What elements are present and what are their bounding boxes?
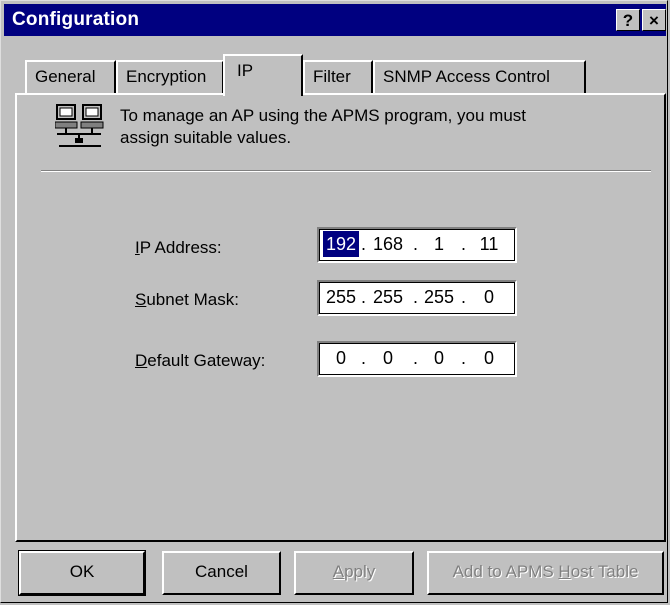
apply-button[interactable]: Apply <box>294 551 414 595</box>
info-text-line: To manage an AP using the APMS program, … <box>120 106 527 125</box>
octet-separator: . <box>413 287 419 307</box>
octet-separator: . <box>361 287 367 307</box>
gateway-octet-2[interactable]: 0 <box>367 345 409 371</box>
tab-label: IP <box>237 61 254 80</box>
octet-separator: . <box>461 234 467 254</box>
network-computers-icon <box>55 104 104 147</box>
separator <box>41 170 651 172</box>
ip-address-label: IP Address: <box>135 238 222 257</box>
title-bar[interactable]: Configuration ? × <box>4 4 666 36</box>
ip-octet-3[interactable]: 1 <box>419 231 459 257</box>
octet-separator: . <box>361 348 367 368</box>
default-gateway-field[interactable]: 0 . 0 . 0 . 0 <box>317 341 517 377</box>
octet-separator: . <box>361 234 367 254</box>
ip-address-field[interactable]: 192 . 168 . 1 . 11 <box>317 227 517 263</box>
configuration-dialog: Configuration ? × General Encryption IP … <box>0 0 668 603</box>
octet-separator: . <box>413 348 419 368</box>
subnet-octet-4[interactable]: 0 <box>467 284 511 310</box>
gateway-octet-3[interactable]: 0 <box>419 345 459 371</box>
ip-tab-panel: To manage an AP using the APMS program, … <box>15 93 666 542</box>
ip-octet-2[interactable]: 168 <box>367 231 409 257</box>
subnet-octet-2[interactable]: 255 <box>367 284 409 310</box>
subnet-octet-3[interactable]: 255 <box>419 284 459 310</box>
gateway-octet-4[interactable]: 0 <box>467 345 511 371</box>
tab-label: Encryption <box>126 67 207 86</box>
octet-separator: . <box>413 234 419 254</box>
ip-octet-1[interactable]: 192 <box>323 231 359 257</box>
tab-encryption[interactable]: Encryption <box>116 60 224 94</box>
ok-button[interactable]: OK <box>18 550 146 596</box>
subnet-mask-field[interactable]: 255 . 255 . 255 . 0 <box>317 280 517 316</box>
tab-filter[interactable]: Filter <box>303 60 373 94</box>
tab-snmp-access-control[interactable]: SNMP Access Control <box>373 60 586 94</box>
tab-label: SNMP Access Control <box>383 67 550 86</box>
octet-separator: . <box>461 287 467 307</box>
dialog-title: Configuration <box>12 9 140 30</box>
ip-octet-4[interactable]: 11 <box>467 231 511 257</box>
tab-label: Filter <box>313 67 351 86</box>
tab-ip[interactable]: IP <box>223 54 303 96</box>
tab-general[interactable]: General <box>25 60 116 94</box>
add-to-apms-host-table-button[interactable]: Add to APMS Host Table <box>427 551 664 595</box>
cancel-button[interactable]: Cancel <box>162 551 281 595</box>
help-button[interactable]: ? <box>616 9 640 31</box>
default-gateway-label: Default Gateway: <box>135 351 266 370</box>
close-icon: × <box>649 11 659 30</box>
close-button[interactable]: × <box>642 9 666 31</box>
info-text-line: assign suitable values. <box>120 128 292 147</box>
tab-label: General <box>35 67 96 86</box>
gateway-octet-1[interactable]: 0 <box>323 345 359 371</box>
octet-separator: . <box>461 348 467 368</box>
subnet-octet-1[interactable]: 255 <box>323 284 359 310</box>
info-text: To manage an AP using the APMS program, … <box>120 105 590 149</box>
subnet-mask-label: Subnet Mask: <box>135 290 239 309</box>
